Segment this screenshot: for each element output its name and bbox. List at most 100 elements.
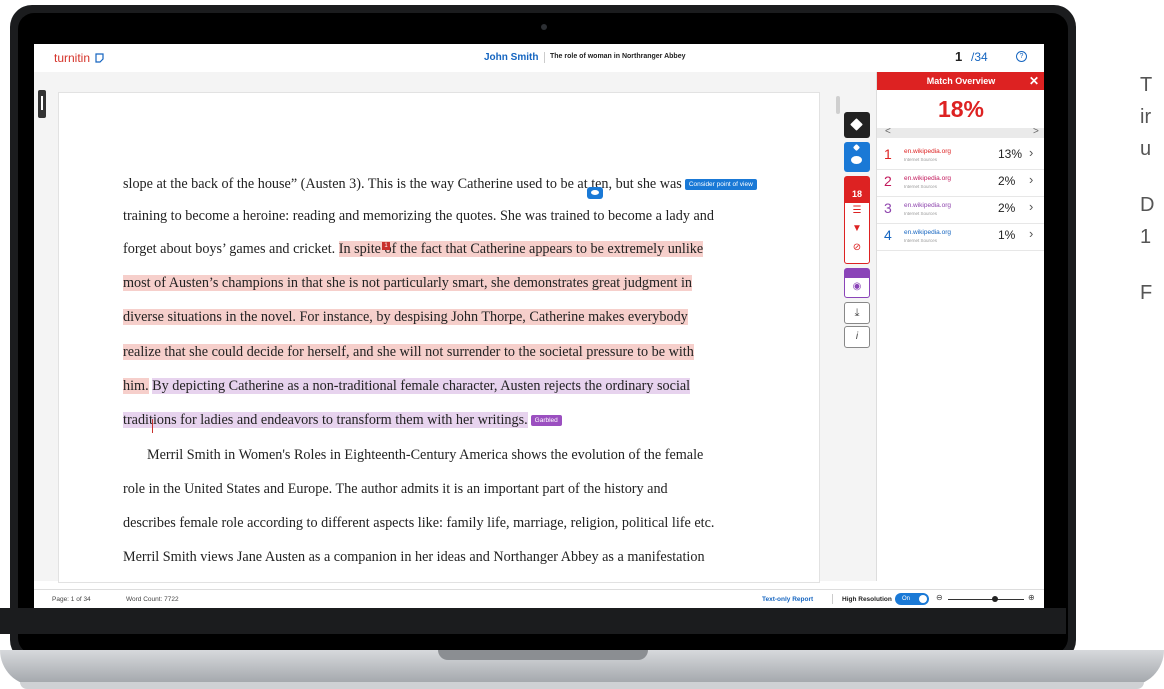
source-percent: 2%	[998, 174, 1016, 188]
grading-layer-button[interactable]	[844, 142, 870, 172]
doc-line: describes female role according to diffe…	[123, 515, 715, 531]
match-highlight[interactable]: diverse situations in the novel. For ins…	[123, 309, 688, 325]
text-only-report-link[interactable]: Text-only Report	[762, 596, 813, 603]
match-highlight[interactable]: realize that she could decide for hersel…	[123, 344, 694, 360]
doc-line: Merril Smith views Jane Austen as a comp…	[123, 549, 705, 565]
author-name: John Smith	[484, 52, 539, 63]
doc-line: slope at the back of the house” (Austen …	[123, 176, 757, 193]
source-type: Internet Sources	[904, 184, 938, 189]
match-highlight[interactable]: him.	[123, 378, 149, 394]
similarity-score: 18%	[937, 96, 985, 122]
match-highlight[interactable]: most of Austen’s champions in that she i…	[123, 275, 692, 291]
source-number: 3	[884, 200, 892, 216]
turnitin-logo[interactable]: turnitin	[54, 51, 106, 65]
info-button[interactable]: i	[844, 326, 870, 348]
text-cursor	[152, 419, 153, 433]
laptop-base-shadow	[20, 682, 1144, 689]
camera-icon	[541, 24, 547, 30]
chevron-left-icon[interactable]: <	[885, 126, 891, 137]
handle-grip-icon	[41, 96, 43, 110]
match-list-icon[interactable]: ☰	[845, 205, 869, 216]
chevron-right-icon[interactable]: >	[1033, 126, 1039, 137]
document-title: The role of woman in Northranger Abbey	[550, 53, 686, 60]
high-resolution-toggle[interactable]: On	[895, 593, 929, 605]
source-percent: 1%	[998, 228, 1016, 242]
laptop-hinge-notch	[438, 650, 648, 660]
zoom-in-icon[interactable]: ⊕	[1028, 593, 1035, 602]
high-resolution-label: High Resolution	[842, 596, 892, 603]
source-pager: < >	[877, 126, 1044, 138]
filter-icon[interactable]: ▼	[845, 223, 869, 234]
turnitin-app: turnitin John Smith The role of woman in…	[34, 44, 1044, 608]
source-type: Internet Sources	[904, 238, 938, 243]
doc-line: Merril Smith in Women's Roles in Eightee…	[147, 447, 704, 463]
source-number: 2	[884, 173, 892, 189]
similarity-count[interactable]: 18	[845, 177, 869, 203]
source-name[interactable]: en.wikipedia.org	[904, 175, 951, 182]
side-text: T	[1140, 74, 1153, 96]
side-text: u	[1140, 138, 1152, 160]
source-row[interactable]: 4 en.wikipedia.org Internet Sources 1% ›	[877, 223, 1044, 251]
source-name[interactable]: en.wikipedia.org	[904, 202, 951, 209]
side-text: ir	[1140, 106, 1152, 128]
match-highlight[interactable]: In spite of the fact that Catherine appe…	[338, 241, 704, 257]
help-icon[interactable]: ?	[1016, 51, 1027, 62]
document-scrollbar[interactable]	[836, 96, 840, 114]
chevron-right-icon[interactable]: ›	[1029, 199, 1033, 214]
panel-title: Match Overview ✕	[877, 72, 1044, 90]
comment-layer-icon	[851, 156, 862, 164]
page-number-input[interactable]: 1	[955, 49, 962, 64]
zoom-slider[interactable]	[948, 599, 1024, 600]
doc-line: him. By depicting Catherine as a non-tra…	[123, 378, 691, 395]
sidebar-handle[interactable]	[38, 90, 46, 118]
source-name[interactable]: en.wikipedia.org	[904, 229, 951, 236]
word-count: Word Count: 7722	[126, 596, 179, 603]
similarity-layer[interactable]: 18 ☰ ▼ ⊘	[844, 176, 870, 264]
doc-line: most of Austen’s champions in that she i…	[123, 275, 692, 292]
comment-icon[interactable]	[587, 187, 603, 199]
main-area: slope at the back of the house” (Austen …	[34, 72, 1044, 583]
top-bar: turnitin John Smith The role of woman in…	[34, 44, 1044, 73]
chevron-right-icon[interactable]: ›	[1029, 145, 1033, 160]
logo-icon	[95, 53, 104, 63]
side-text: 1	[1140, 226, 1152, 248]
download-button[interactable]: ⤓	[844, 302, 870, 324]
flags-layer-icon	[845, 269, 869, 278]
flags-layer[interactable]: ◉	[844, 268, 870, 298]
match-overview-panel: Match Overview ✕ 18% < > 1 en.wikipedia.o…	[876, 72, 1044, 581]
document-page: slope at the back of the house” (Austen …	[58, 92, 820, 583]
exclude-icon[interactable]: ⊘	[845, 242, 869, 253]
source-row[interactable]: 3 en.wikipedia.org Internet Sources 2% ›	[877, 196, 1044, 224]
chevron-right-icon[interactable]: ›	[1029, 172, 1033, 187]
layers-button[interactable]	[844, 112, 870, 138]
source-row[interactable]: 2 en.wikipedia.org Internet Sources 2% ›	[877, 169, 1044, 197]
flag-highlight[interactable]: By depicting Catherine as a non-traditio…	[152, 378, 691, 394]
divider	[832, 594, 833, 604]
doc-line: realize that she could decide for hersel…	[123, 344, 694, 361]
chevron-right-icon[interactable]: ›	[1029, 226, 1033, 241]
source-number: 4	[884, 227, 892, 243]
page-total: /34	[971, 50, 988, 64]
source-name[interactable]: en.wikipedia.org	[904, 148, 951, 155]
side-text: D	[1140, 194, 1155, 216]
source-percent: 2%	[998, 201, 1016, 215]
flag-highlight[interactable]: traditions for ladies and endeavors to t…	[123, 412, 528, 428]
match-number-marker[interactable]: 1	[382, 242, 390, 250]
doc-line: traditions for ladies and endeavors to t…	[123, 412, 562, 429]
layer-icon	[852, 143, 861, 152]
garbled-tag[interactable]: Garbled	[530, 415, 562, 426]
consider-point-of-view-tag[interactable]: Consider point of view	[684, 179, 757, 190]
etc-icon[interactable]: ◉	[845, 281, 869, 292]
close-icon[interactable]: ✕	[1029, 72, 1039, 90]
zoom-out-icon[interactable]: ⊖	[936, 593, 943, 602]
source-row[interactable]: 1 en.wikipedia.org Internet Sources 13% ›	[877, 142, 1044, 170]
source-number: 1	[884, 146, 892, 162]
screen-bottom-bezel	[0, 608, 1066, 634]
doc-line: role in the United States and Europe. Th…	[123, 481, 668, 497]
source-type: Internet Sources	[904, 157, 938, 162]
source-type: Internet Sources	[904, 211, 938, 216]
doc-line: forget about boys’ games and cricket. In…	[123, 241, 704, 257]
side-text: F	[1140, 282, 1153, 304]
status-bar: Page: 1 of 34 Word Count: 7722 Text-only…	[34, 589, 1044, 608]
zoom-slider-handle[interactable]	[992, 596, 998, 602]
